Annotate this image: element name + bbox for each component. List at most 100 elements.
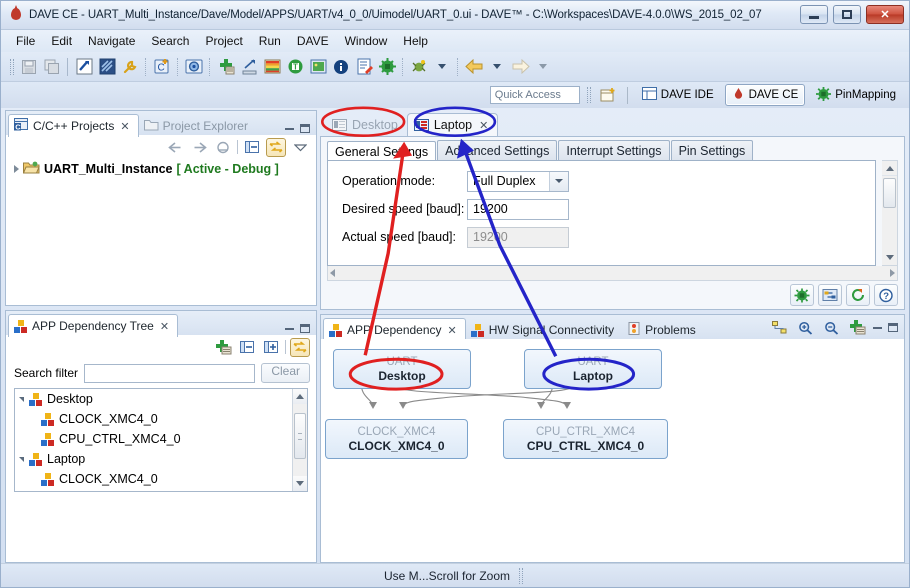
scroll-right-button[interactable] xyxy=(890,269,895,277)
chevron-down-icon[interactable] xyxy=(549,171,568,191)
perspective-dave-ce[interactable]: DAVE CE xyxy=(724,84,806,106)
add-app-icon[interactable] xyxy=(213,338,233,357)
scroll-down-button[interactable] xyxy=(882,250,897,265)
menu-project[interactable]: Project xyxy=(198,32,249,50)
node-cpu-ctrl-xmc4[interactable]: CPU_CTRL_XMC4 CPU_CTRL_XMC4_0 xyxy=(503,419,668,459)
node-clock-xmc4[interactable]: CLOCK_XMC4 CLOCK_XMC4_0 xyxy=(325,419,468,459)
dependency-diagram-canvas[interactable]: UART Desktop UART Laptop CLOCK_XMC4 CLOC… xyxy=(321,339,904,562)
back-dropdown-icon[interactable] xyxy=(486,56,508,78)
editor-vertical-scrollbar[interactable] xyxy=(882,160,898,266)
tree-item-uart-multi-instance[interactable]: UART_Multi_Instance [ Active - Debug ] xyxy=(6,159,316,179)
chevron-right-icon[interactable] xyxy=(14,165,19,173)
menu-run[interactable]: Run xyxy=(252,32,288,50)
chevron-down-icon[interactable] xyxy=(19,456,24,462)
tab-app-dependency-tree[interactable]: APP Dependency Tree ✕ xyxy=(8,314,179,337)
tab-hw-signal-connectivity[interactable]: HW Signal Connectivity xyxy=(466,319,622,341)
forward-icon[interactable] xyxy=(189,138,209,157)
scroll-thumb[interactable] xyxy=(883,178,896,208)
node-uart-laptop[interactable]: UART Laptop xyxy=(524,349,662,389)
info-icon[interactable] xyxy=(330,56,352,78)
save-icon[interactable] xyxy=(18,56,40,78)
desired-speed-input[interactable]: 19200 xyxy=(467,198,569,220)
back-icon[interactable] xyxy=(165,138,185,157)
minimize-panel-icon[interactable] xyxy=(285,127,294,130)
save-all-icon[interactable] xyxy=(41,56,63,78)
toolbar-grip[interactable] xyxy=(10,58,14,75)
back-arrow-icon[interactable] xyxy=(463,56,485,78)
debug-bug-icon[interactable] xyxy=(408,56,430,78)
open-perspective-icon[interactable] xyxy=(598,84,620,106)
solve-icon[interactable] xyxy=(183,56,205,78)
menu-help[interactable]: Help xyxy=(396,32,435,50)
add-app-icon[interactable] xyxy=(847,318,867,337)
image-icon[interactable] xyxy=(307,56,329,78)
tab-interrupt-settings[interactable]: Interrupt Settings xyxy=(558,140,670,160)
signal-connectivity-icon[interactable] xyxy=(818,284,842,306)
menu-search[interactable]: Search xyxy=(144,32,196,50)
wrench-icon[interactable] xyxy=(119,56,141,78)
menu-edit[interactable]: Edit xyxy=(44,32,79,50)
add-app-icon[interactable] xyxy=(215,56,237,78)
tab-app-dependency[interactable]: APP Dependency ✕ xyxy=(323,318,466,341)
tab-advanced-settings[interactable]: Advanced Settings xyxy=(437,140,558,160)
link-with-editor-icon[interactable] xyxy=(290,337,310,357)
menu-navigate[interactable]: Navigate xyxy=(81,32,142,50)
maximize-panel-icon[interactable] xyxy=(888,323,898,332)
help-icon[interactable]: ? xyxy=(874,284,898,306)
close-button[interactable]: ✕ xyxy=(866,5,904,24)
tab-general-settings[interactable]: General Settings xyxy=(327,141,437,161)
operation-mode-combo[interactable]: Full Duplex xyxy=(467,170,569,192)
forward-arrow-icon[interactable] xyxy=(509,56,531,78)
list-item[interactable]: CPU_CTRL_XMC4_0 xyxy=(15,489,291,491)
app-dependency-list[interactable]: Desktop CLOCK_XMC4_0 CPU_CTRL_XMC4_0 Lap… xyxy=(14,388,308,492)
search-filter-input[interactable] xyxy=(84,363,256,383)
close-icon[interactable]: ✕ xyxy=(160,320,169,333)
scroll-thumb[interactable] xyxy=(294,413,306,459)
list-item[interactable]: Desktop xyxy=(15,389,291,409)
list-vertical-scrollbar[interactable] xyxy=(292,389,307,491)
tab-project-explorer[interactable]: Project Explorer xyxy=(139,115,256,137)
maximize-button[interactable] xyxy=(833,5,861,24)
collapse-all-icon[interactable] xyxy=(242,138,262,157)
view-menu-icon[interactable] xyxy=(290,138,310,157)
link-with-editor-icon[interactable] xyxy=(266,137,286,157)
perspective-pinmapping[interactable]: PinMapping xyxy=(809,84,903,107)
minimize-panel-icon[interactable] xyxy=(285,327,294,330)
node-uart-desktop[interactable]: UART Desktop xyxy=(333,349,471,389)
menu-file[interactable]: File xyxy=(9,32,42,50)
chip-green-icon[interactable]: T xyxy=(284,56,306,78)
maximize-panel-icon[interactable] xyxy=(300,124,310,133)
scroll-down-button[interactable] xyxy=(293,476,307,491)
minimize-button[interactable] xyxy=(800,5,828,24)
layout-icon[interactable] xyxy=(769,318,789,337)
zoom-in-icon[interactable] xyxy=(795,318,815,337)
collapse-all-icon[interactable] xyxy=(237,338,257,357)
perspective-grip[interactable] xyxy=(586,87,591,103)
home-icon[interactable] xyxy=(213,138,233,157)
tab-c-cpp-projects[interactable]: C C/C++ Projects ✕ xyxy=(8,114,139,137)
tab-pin-settings[interactable]: Pin Settings xyxy=(670,140,754,160)
build-all-icon[interactable] xyxy=(96,56,118,78)
chevron-down-icon[interactable] xyxy=(19,396,24,402)
quick-access-input[interactable]: Quick Access xyxy=(489,86,580,104)
zoom-out-icon[interactable] xyxy=(821,318,841,337)
edit-note-icon[interactable] xyxy=(353,56,375,78)
editor-horizontal-scrollbar[interactable] xyxy=(327,266,898,281)
close-icon[interactable]: ✕ xyxy=(479,119,488,132)
forward-dropdown-icon[interactable] xyxy=(532,56,554,78)
scroll-up-button[interactable] xyxy=(293,389,307,404)
pinmapping-chip-icon[interactable] xyxy=(376,56,398,78)
code-generate-icon[interactable] xyxy=(261,56,283,78)
scroll-up-button[interactable] xyxy=(882,161,897,176)
new-c-project-icon[interactable]: C xyxy=(151,56,173,78)
clear-button[interactable]: Clear xyxy=(261,363,310,383)
scroll-left-button[interactable] xyxy=(330,269,335,277)
list-item[interactable]: CLOCK_XMC4_0 xyxy=(15,409,291,429)
menu-dave[interactable]: DAVE xyxy=(290,32,336,50)
close-icon[interactable]: ✕ xyxy=(120,120,129,133)
editor-tab-desktop[interactable]: Desktop xyxy=(326,113,407,136)
maximize-panel-icon[interactable] xyxy=(300,324,310,333)
list-item[interactable]: Laptop xyxy=(15,449,291,469)
debug-dropdown-icon[interactable] xyxy=(431,56,453,78)
minimize-panel-icon[interactable] xyxy=(873,326,882,329)
